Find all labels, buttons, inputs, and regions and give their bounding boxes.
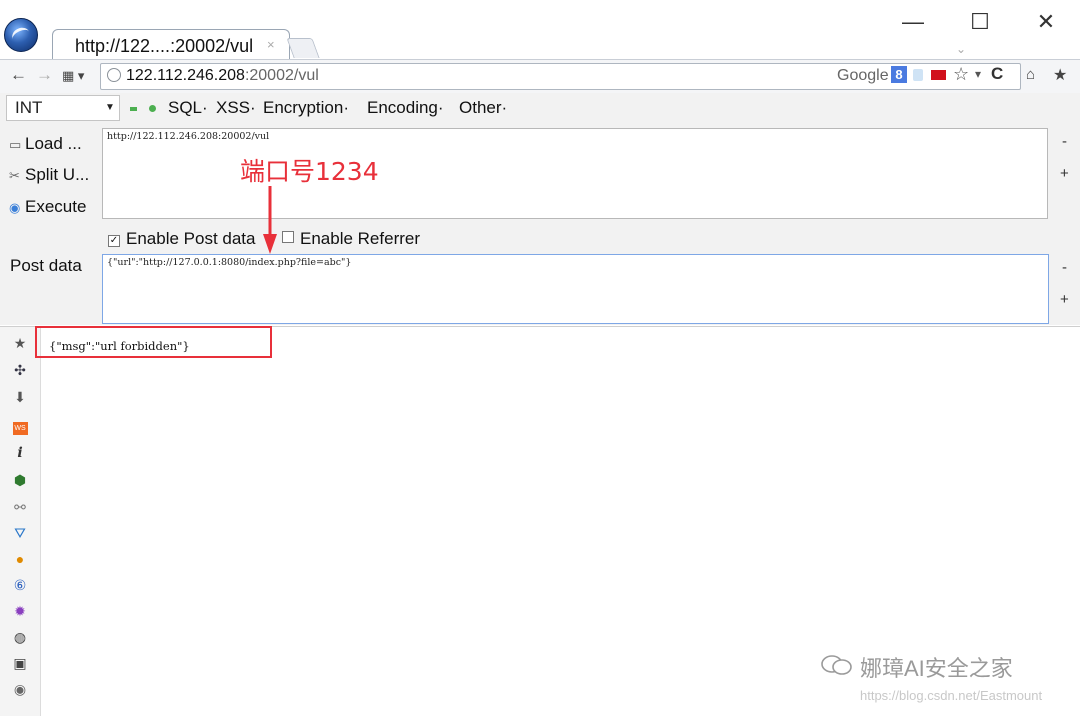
tab-list-chevron-icon[interactable]: ⌄ xyxy=(956,42,966,56)
post-data-label: Post data xyxy=(10,256,82,275)
close-window-button[interactable]: ✕ xyxy=(1026,8,1066,38)
address-text[interactable]: 122.112.246.208:20002/vul xyxy=(126,67,319,85)
shield-icon[interactable]: ⬢ xyxy=(11,472,29,488)
puzzle-icon[interactable]: ✣ xyxy=(11,362,29,378)
navigation-bar: ← → ▦ ▾ 122.112.246.208:20002/vul Google… xyxy=(0,59,1080,94)
enable-post-checkbox[interactable]: ✓ Enable Post data xyxy=(108,229,255,249)
new-tab-button[interactable] xyxy=(286,38,320,58)
spiral-icon[interactable]: ⑥ xyxy=(11,577,29,593)
menu-sql[interactable]: SQL· xyxy=(168,98,208,118)
hackbar-panel: ▭ Load ... ✂ Split U... ◉ Execute http://12… xyxy=(0,125,1080,325)
hackbar-toolbar: INT ▼ SQL· XSS· Encryption· Encoding· Ot… xyxy=(0,93,1080,125)
calculator-icon[interactable]: ▣ xyxy=(11,655,29,671)
checkmark-icon: ✓ xyxy=(108,235,120,247)
post-data-textarea[interactable]: {"url":"http://127.0.0.1:8080/index.php?… xyxy=(102,254,1049,324)
bookmark-star-icon[interactable]: ☆ xyxy=(953,64,969,85)
menu-xss[interactable]: XSS· xyxy=(216,98,256,118)
browser-tab[interactable]: http://122....:20002/vul × xyxy=(52,29,290,60)
load-url-button[interactable]: ▭ Load ... xyxy=(9,134,82,154)
star-icon[interactable]: ★ xyxy=(11,335,29,351)
execute-button[interactable]: ◉ Execute xyxy=(9,197,86,217)
search-engine-label[interactable]: Google xyxy=(837,67,889,85)
feed-icon[interactable] xyxy=(913,69,923,81)
palette-icon[interactable]: ◍ xyxy=(11,629,29,645)
addon-sidebar: ★ ✣ ⬇ WS i ⬢ ⚯ ⛛ ● ⑥ ✹ ◍ ▣ ◉ xyxy=(0,326,41,716)
split-url-button[interactable]: ✂ Split U... xyxy=(9,165,89,185)
tab-close-icon[interactable]: × xyxy=(267,37,275,52)
google-badge-icon[interactable]: 8 xyxy=(891,66,907,83)
url-decrease-button[interactable]: - xyxy=(1062,133,1067,150)
scissors-icon: ✂ xyxy=(9,168,20,183)
back-button[interactable]: ← xyxy=(10,65,27,85)
info-icon[interactable]: i xyxy=(11,445,29,461)
annotation-arrow-icon xyxy=(263,186,277,254)
tab-title: http://122....:20002/vul xyxy=(75,36,254,56)
menu-encryption[interactable]: Encryption· xyxy=(263,98,349,118)
post-data-value: {"url":"http://127.0.0.1:8080/index.php?… xyxy=(107,257,352,268)
url-increase-button[interactable]: + xyxy=(1060,165,1069,182)
maximize-button[interactable]: ☐ xyxy=(960,8,1000,38)
reload-button[interactable]: C xyxy=(991,64,1003,84)
gear-bug-icon[interactable]: ✹ xyxy=(11,603,29,619)
home-icon[interactable]: ⌂ xyxy=(1026,66,1035,83)
load-icon: ▭ xyxy=(9,137,22,152)
enable-referrer-checkbox[interactable]: Enable Referrer xyxy=(282,229,420,249)
menu-other[interactable]: Other· xyxy=(459,98,507,118)
address-bar[interactable]: 122.112.246.208:20002/vul Google 8 ☆ ▾ C xyxy=(100,63,1021,90)
globe-pin-icon[interactable]: ◉ xyxy=(11,681,29,697)
watermark-text: 娜璋AI安全之家 xyxy=(860,656,1013,681)
wechat-icon xyxy=(821,655,852,675)
url-textarea-value: http://122.112.246.208:20002/vul xyxy=(107,131,270,142)
decrement-icon[interactable] xyxy=(130,107,137,111)
post-increase-button[interactable]: + xyxy=(1060,291,1069,308)
flag-icon[interactable] xyxy=(931,70,946,80)
dropdown-arrow-icon: ▼ xyxy=(105,102,115,113)
int-select-value: INT xyxy=(15,98,43,117)
minimize-button[interactable]: — xyxy=(893,8,933,38)
firefox-logo-icon[interactable] xyxy=(4,18,38,52)
execute-icon: ◉ xyxy=(9,200,21,215)
empty-checkbox-icon xyxy=(282,231,294,243)
response-text: {"msg":"url forbidden"} xyxy=(49,339,190,353)
link-icon[interactable]: ⚯ xyxy=(11,499,29,515)
int-select[interactable]: INT ▼ xyxy=(6,95,120,121)
firebug-icon[interactable]: ● xyxy=(11,551,29,567)
bookmarks-icon[interactable]: ★ xyxy=(1053,65,1067,85)
globe-icon xyxy=(107,68,121,82)
history-dropdown-icon[interactable]: ▾ xyxy=(975,67,981,81)
post-decrease-button[interactable]: - xyxy=(1062,259,1067,276)
forward-button[interactable]: → xyxy=(36,65,53,85)
title-bar: http://122....:20002/vul × — ☐ ✕ ⌄ xyxy=(0,0,1080,60)
watermark-url: https://blog.csdn.net/Eastmount xyxy=(860,688,1043,703)
increment-icon[interactable] xyxy=(149,105,156,112)
filter-icon[interactable]: ⛛ xyxy=(11,525,29,541)
download-icon[interactable]: ⬇ xyxy=(11,389,29,405)
ws-icon[interactable]: WS xyxy=(11,417,29,435)
port-annotation-label: 端口号1234 xyxy=(240,157,379,186)
menu-encoding[interactable]: Encoding· xyxy=(367,98,444,118)
apps-grid-icon[interactable]: ▦ ▾ xyxy=(62,68,84,84)
